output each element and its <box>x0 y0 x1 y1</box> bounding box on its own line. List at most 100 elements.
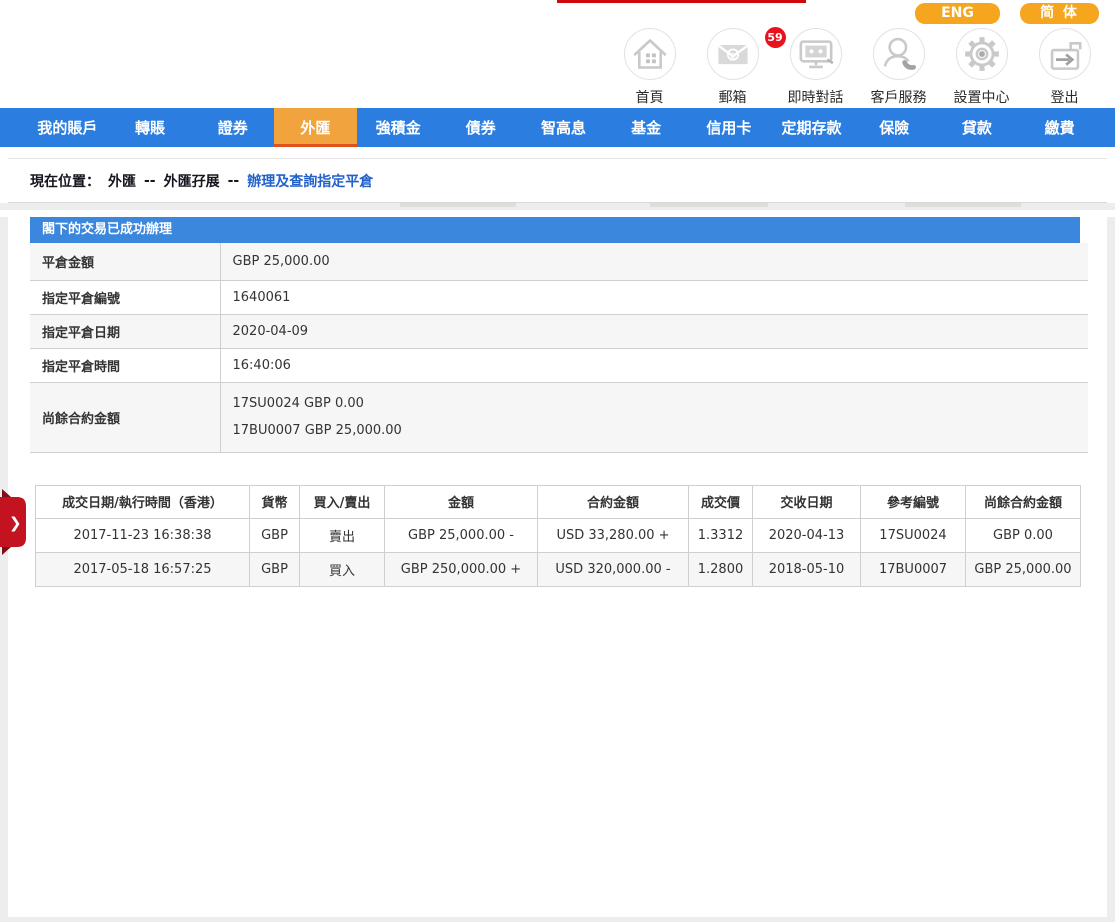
col-header-contract-amount: 合約金額 <box>538 485 689 518</box>
nav-my-accounts[interactable]: 我的賬戶 <box>26 108 109 147</box>
detail-label: 指定平倉時間 <box>30 348 220 382</box>
cell-reference-number: 17SU0024 <box>861 518 966 552</box>
detail-label: 尚餘合約金額 <box>30 382 220 452</box>
col-header-trade-datetime: 成交日期/執行時間（香港） <box>36 485 250 518</box>
logout-label: 登出 <box>1051 87 1079 107</box>
cell-contract-amount: USD 33,280.00 + <box>538 518 689 552</box>
detail-label: 平倉金額 <box>30 243 220 280</box>
svg-text:e: e <box>729 51 735 62</box>
cell-settlement-date: 2020-04-13 <box>753 518 861 552</box>
nav-foreign-exchange[interactable]: 外匯 <box>274 108 357 147</box>
cell-trade-datetime: 2017-11-23 16:38:38 <box>36 518 250 552</box>
live-chat-label: 即時對話 <box>788 87 844 107</box>
detail-value: GBP 25,000.00 <box>220 243 1088 280</box>
detail-value: 2020-04-09 <box>220 314 1088 348</box>
chevron-right-icon: ❯ <box>9 514 22 532</box>
cell-buy-sell: 賣出 <box>300 518 385 552</box>
content-panel: 閣下的交易已成功辦理 平倉金額 GBP 25,000.00 指定平倉編號 164… <box>8 217 1107 917</box>
breadcrumb-prefix: 現在位置： <box>30 171 100 191</box>
success-message-bar: 閣下的交易已成功辦理 <box>30 217 1080 243</box>
settings-gear-icon <box>956 28 1008 80</box>
nav-mpf[interactable]: 強積金 <box>357 108 440 147</box>
home-button[interactable]: 首頁 <box>608 28 691 107</box>
nav-loans[interactable]: 貸款 <box>936 108 1019 147</box>
col-header-remaining-contract-amount: 尚餘合約金額 <box>966 485 1081 518</box>
cell-buy-sell: 買入 <box>300 552 385 586</box>
nav-securities[interactable]: 證券 <box>191 108 274 147</box>
logout-lock-icon <box>1039 28 1091 80</box>
live-chat-button[interactable]: 即時對話 <box>774 28 857 107</box>
detail-row-closeout-time: 指定平倉時間 16:40:06 <box>30 348 1088 382</box>
nav-funds[interactable]: 基金 <box>605 108 688 147</box>
detail-row-closeout-amount: 平倉金額 GBP 25,000.00 <box>30 243 1088 280</box>
cell-amount: GBP 250,000.00 + <box>385 552 538 586</box>
logout-button[interactable]: 登出 <box>1023 28 1106 107</box>
page-header: ENG 简 体 首頁 59 <box>0 0 1115 108</box>
nav-transfer[interactable]: 轉賬 <box>109 108 192 147</box>
nav-smart-interest[interactable]: 智高息 <box>522 108 605 147</box>
breadcrumb-current-page-link[interactable]: 辦理及查詢指定平倉 <box>247 171 373 191</box>
col-header-buy-sell: 買入/賣出 <box>300 485 385 518</box>
settings-center-button[interactable]: 設置中心 <box>940 28 1023 107</box>
language-english-button[interactable]: ENG <box>915 3 1000 24</box>
breadcrumb-separator: -- <box>144 173 156 189</box>
col-header-currency: 貨幣 <box>250 485 300 518</box>
breadcrumb-item-forex: 外匯 <box>108 171 136 191</box>
cell-remaining-contract-amount: GBP 25,000.00 <box>966 552 1081 586</box>
col-header-amount: 金額 <box>385 485 538 518</box>
header-icon-row: 首頁 59 e 郵箱 <box>608 28 1106 107</box>
detail-value: 1640061 <box>220 280 1088 314</box>
hidden-menu-edge <box>650 203 768 207</box>
cell-settlement-date: 2018-05-10 <box>753 552 861 586</box>
transactions-table: 成交日期/執行時間（香港） 貨幣 買入/賣出 金額 合約金額 成交價 交收日期 … <box>35 485 1081 587</box>
detail-value: 16:40:06 <box>220 348 1088 382</box>
transactions-header-row: 成交日期/執行時間（香港） 貨幣 買入/賣出 金額 合約金額 成交價 交收日期 … <box>36 485 1081 518</box>
cell-price: 1.2800 <box>689 552 753 586</box>
customer-service-button[interactable]: 客戶服務 <box>857 28 940 107</box>
page-body: 閣下的交易已成功辦理 平倉金額 GBP 25,000.00 指定平倉編號 164… <box>0 217 1115 922</box>
breadcrumb-bar: 現在位置： 外匯 -- 外匯孖展 -- 辦理及查詢指定平倉 <box>0 147 1115 203</box>
hidden-menu-edge <box>400 203 516 207</box>
remaining-amount-line-2: 17BU0007 GBP 25,000.00 <box>233 421 1089 441</box>
breadcrumb-item-forex-margin: 外匯孖展 <box>164 171 220 191</box>
detail-row-closeout-date: 指定平倉日期 2020-04-09 <box>30 314 1088 348</box>
ribbon-top-fold <box>2 489 11 497</box>
detail-label: 指定平倉編號 <box>30 280 220 314</box>
cell-contract-amount: USD 320,000.00 - <box>538 552 689 586</box>
nav-bill-payment[interactable]: 繳費 <box>1018 108 1101 147</box>
cell-amount: GBP 25,000.00 - <box>385 518 538 552</box>
breadcrumb-separator: -- <box>228 173 240 189</box>
closeout-details-table: 平倉金額 GBP 25,000.00 指定平倉編號 1640061 指定平倉日期… <box>30 243 1088 453</box>
menu-shadow-gap <box>0 203 1115 210</box>
main-nav: 我的賬戶 轉賬 證券 外匯 強積金 債券 智高息 基金 信用卡 定期存款 保險 … <box>0 108 1115 147</box>
settings-center-label: 設置中心 <box>954 87 1010 107</box>
mailbox-label: 郵箱 <box>719 87 747 107</box>
detail-label: 指定平倉日期 <box>30 314 220 348</box>
hidden-menu-edge <box>905 203 1021 207</box>
detail-row-remaining-contract-amount: 尚餘合約金額 17SU0024 GBP 0.00 17BU0007 GBP 25… <box>30 382 1088 452</box>
expand-sidebar-tab[interactable]: ❯ <box>0 487 28 557</box>
col-header-settlement-date: 交收日期 <box>753 485 861 518</box>
detail-value: 17SU0024 GBP 0.00 17BU0007 GBP 25,000.00 <box>220 382 1088 452</box>
mailbox-icon: 59 e <box>707 28 759 80</box>
cell-currency: GBP <box>250 552 300 586</box>
cell-remaining-contract-amount: GBP 0.00 <box>966 518 1081 552</box>
mailbox-unread-badge: 59 <box>765 27 786 48</box>
nav-bonds[interactable]: 債券 <box>439 108 522 147</box>
top-red-line <box>557 0 806 3</box>
language-simplified-chinese-button[interactable]: 简 体 <box>1020 3 1099 24</box>
transaction-row: 2017-05-18 16:57:25 GBP 買入 GBP 250,000.0… <box>36 552 1081 586</box>
cell-reference-number: 17BU0007 <box>861 552 966 586</box>
cell-trade-datetime: 2017-05-18 16:57:25 <box>36 552 250 586</box>
nav-credit-card[interactable]: 信用卡 <box>688 108 771 147</box>
transaction-row: 2017-11-23 16:38:38 GBP 賣出 GBP 25,000.00… <box>36 518 1081 552</box>
detail-row-closeout-number: 指定平倉編號 1640061 <box>30 280 1088 314</box>
home-label: 首頁 <box>636 87 664 107</box>
col-header-price: 成交價 <box>689 485 753 518</box>
customer-service-label: 客戶服務 <box>871 87 927 107</box>
nav-insurance[interactable]: 保險 <box>853 108 936 147</box>
remaining-amount-line-1: 17SU0024 GBP 0.00 <box>233 394 1089 414</box>
nav-time-deposit[interactable]: 定期存款 <box>770 108 853 147</box>
home-icon <box>624 28 676 80</box>
mailbox-button[interactable]: 59 e 郵箱 <box>691 28 774 107</box>
